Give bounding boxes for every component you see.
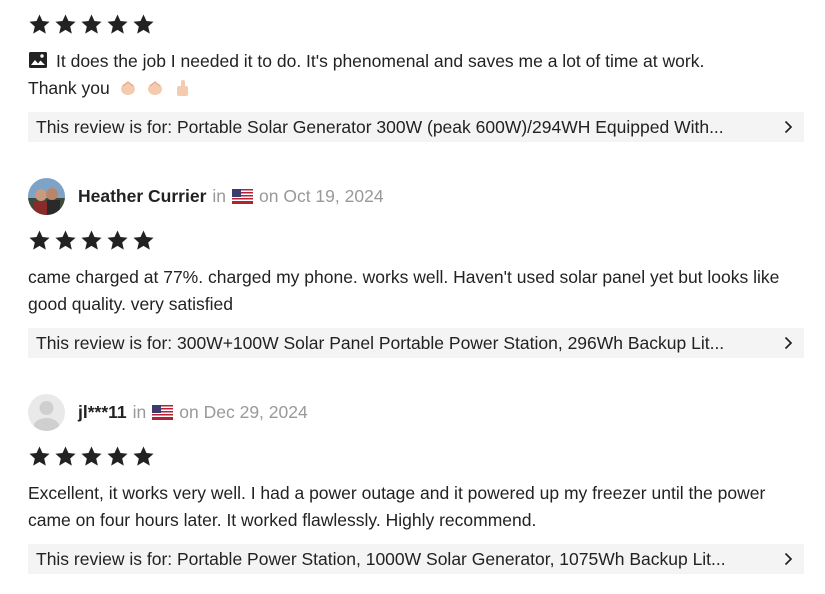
avatar[interactable] bbox=[28, 177, 65, 215]
review-author: Heather Currier in on Oct 19, 2024 bbox=[28, 177, 804, 215]
star-icon bbox=[54, 13, 77, 36]
review-card: It does the job I needed it to do. It's … bbox=[28, 11, 804, 142]
review-card: Heather Currier in on Oct 19, 2024 came … bbox=[28, 177, 804, 358]
chevron-right-icon bbox=[780, 551, 796, 567]
review-text: It does the job I needed it to do. It's … bbox=[28, 48, 804, 102]
star-icon bbox=[54, 445, 77, 468]
review-for-link[interactable]: This review is for: 300W+100W Solar Pane… bbox=[28, 328, 804, 358]
star-rating bbox=[28, 443, 804, 469]
clapping-hands-icon bbox=[118, 78, 138, 96]
star-icon bbox=[132, 445, 155, 468]
star-icon bbox=[80, 229, 103, 252]
review-text-line1: It does the job I needed it to do. It's … bbox=[56, 51, 705, 71]
chevron-right-icon bbox=[780, 119, 796, 135]
review-for-label: This review is for: Portable Power Stati… bbox=[36, 548, 726, 569]
image-icon[interactable] bbox=[28, 50, 48, 68]
author-name[interactable]: jl***11 bbox=[78, 402, 127, 423]
review-card: jl***11 in on Dec 29, 2024 Excellent, it… bbox=[28, 393, 804, 574]
avatar[interactable] bbox=[28, 393, 65, 431]
star-icon bbox=[28, 445, 51, 468]
star-icon bbox=[28, 13, 51, 36]
review-text-line2: Thank you bbox=[28, 78, 110, 98]
review-for-link[interactable]: This review is for: Portable Power Stati… bbox=[28, 544, 804, 574]
star-icon bbox=[106, 445, 129, 468]
review-text: came charged at 77%. charged my phone. w… bbox=[28, 267, 780, 314]
review-for-label: This review is for: Portable Solar Gener… bbox=[36, 116, 724, 137]
star-icon bbox=[80, 445, 103, 468]
star-icon bbox=[80, 13, 103, 36]
chevron-right-icon bbox=[780, 335, 796, 351]
author-name[interactable]: Heather Currier bbox=[78, 186, 206, 207]
review-text: Excellent, it works very well. I had a p… bbox=[28, 483, 766, 530]
star-icon bbox=[132, 229, 155, 252]
star-icon bbox=[54, 229, 77, 252]
star-rating bbox=[28, 11, 804, 37]
star-rating bbox=[28, 227, 804, 253]
star-icon bbox=[106, 13, 129, 36]
star-icon bbox=[106, 229, 129, 252]
review-author: jl***11 in on Dec 29, 2024 bbox=[28, 393, 804, 431]
us-flag-icon bbox=[152, 405, 173, 420]
thumbs-up-icon bbox=[173, 78, 193, 96]
in-label: in bbox=[132, 401, 147, 422]
star-icon bbox=[28, 229, 51, 252]
us-flag-icon bbox=[232, 189, 253, 204]
in-label: in bbox=[212, 185, 227, 206]
review-for-link[interactable]: This review is for: Portable Solar Gener… bbox=[28, 112, 804, 142]
review-for-label: This review is for: 300W+100W Solar Pane… bbox=[36, 332, 725, 353]
review-date: on Oct 19, 2024 bbox=[259, 185, 384, 206]
star-icon bbox=[132, 13, 155, 36]
review-date: on Dec 29, 2024 bbox=[179, 401, 308, 422]
clapping-hands-icon bbox=[145, 78, 165, 96]
